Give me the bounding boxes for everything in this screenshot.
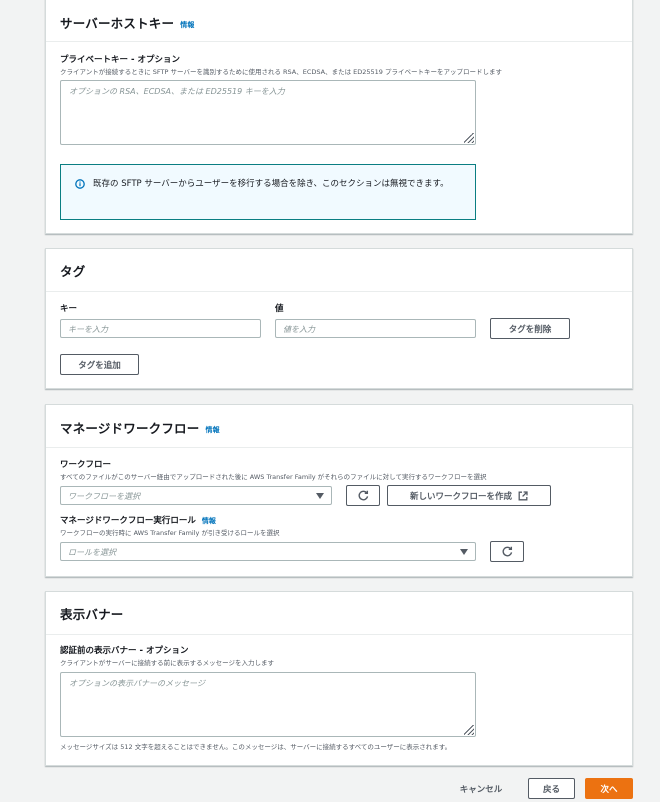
resize-grip-icon[interactable] <box>464 133 474 143</box>
banner-description: クライアントがサーバーに接続する前に表示するメッセージを入力します <box>60 659 275 667</box>
info-link[interactable]: 情報 <box>205 426 219 434</box>
panel-header: マネージドワークフロー 情報 <box>46 405 632 448</box>
role-select[interactable]: ロールを選択 <box>60 542 476 561</box>
info-link[interactable]: 情報 <box>202 517 216 525</box>
tag-value-placeholder: 値を入力 <box>283 325 315 334</box>
server-host-key-panel: サーバーホストキー 情報 プライベートキー - オプション クライアントが接続する… <box>45 0 633 234</box>
private-key-description: クライアントが接続するときに SFTP サーバーを識別するために使用される RS… <box>60 68 502 76</box>
info-alert: 既存の SFTP サーバーからユーザーを移行する場合を除き、このセクションは無視… <box>60 164 476 220</box>
tag-key-label: キー <box>60 304 78 314</box>
workflow-description: すべてのファイルがこのサーバー経由でアップロードされた後に AWS Transf… <box>60 473 487 481</box>
info-link[interactable]: 情報 <box>180 21 194 29</box>
caret-down-icon <box>316 493 324 499</box>
refresh-icon <box>502 546 512 557</box>
host-key-title: サーバーホストキー <box>60 16 175 31</box>
back-button[interactable]: 戻る <box>528 778 575 799</box>
refresh-roles-button[interactable] <box>490 541 524 562</box>
create-workflow-button[interactable]: 新しいワークフローを作成 <box>387 485 551 506</box>
private-key-textarea[interactable]: オプションの RSA、ECDSA、または ED25519 キーを入力 <box>60 80 476 145</box>
workflow-placeholder: ワークフローを選択 <box>68 492 140 501</box>
private-key-placeholder: オプションの RSA、ECDSA、または ED25519 キーを入力 <box>69 87 285 96</box>
info-circle-icon <box>75 179 85 189</box>
workflow-label: ワークフロー <box>60 460 112 470</box>
panel-header: サーバーホストキー 情報 <box>46 0 632 42</box>
next-button[interactable]: 次へ <box>585 778 633 799</box>
refresh-workflows-button[interactable] <box>346 485 380 506</box>
create-workflow-label: 新しいワークフローを作成 <box>409 491 512 502</box>
add-tag-button[interactable]: タグを追加 <box>60 354 139 375</box>
tag-key-placeholder: キーを入力 <box>68 325 108 334</box>
external-link-icon <box>518 490 528 500</box>
managed-workflows-panel: マネージドワークフロー 情報 ワークフロー すべてのファイルがこのサーバー経由でア… <box>45 404 633 577</box>
role-label-row: マネージドワークフロー実行ロール 情報 <box>60 514 216 526</box>
alert-text: 既存の SFTP サーバーからユーザーを移行する場合を除き、このセクションは無視… <box>93 179 449 189</box>
workflow-select[interactable]: ワークフローを選択 <box>60 486 332 505</box>
tags-panel: タグ キー 値 キーを入力 値を入力 タグを削除 タグを追加 <box>45 248 633 389</box>
banner-label: 認証前の表示バナー - オプション <box>60 646 189 656</box>
resize-grip-icon[interactable] <box>464 725 474 735</box>
display-banner-panel: 表示バナー 認証前の表示バナー - オプション クライアントがサーバーに接続する… <box>45 591 633 766</box>
banner-constraint-text: メッセージサイズは 512 文字を超えることはできません。このメッセージは、サー… <box>60 743 452 751</box>
cancel-button[interactable]: キャンセル <box>449 778 513 799</box>
role-placeholder: ロールを選択 <box>68 548 116 557</box>
tags-title: タグ <box>60 264 86 279</box>
remove-tag-button[interactable]: タグを削除 <box>490 318 570 339</box>
banner-placeholder: オプションの表示バナーのメッセージ <box>69 679 205 688</box>
role-label: マネージドワークフロー実行ロール <box>60 516 196 526</box>
panel-title: サーバーホストキー 情報 <box>60 13 195 32</box>
banner-title: 表示バナー <box>60 607 124 622</box>
tag-value-label: 値 <box>275 304 284 314</box>
workflows-title: マネージドワークフロー <box>60 421 200 436</box>
panel-header: 表示バナー <box>46 592 632 635</box>
panel-header: タグ <box>46 249 632 292</box>
refresh-icon <box>358 490 368 501</box>
tag-key-input[interactable]: キーを入力 <box>60 319 261 338</box>
tag-value-input[interactable]: 値を入力 <box>275 319 476 338</box>
caret-down-icon <box>460 549 468 555</box>
private-key-label: プライベートキー - オプション <box>60 55 180 65</box>
role-description: ワークフローの実行時に AWS Transfer Family が引き受けるロー… <box>60 529 280 537</box>
panel-title: マネージドワークフロー 情報 <box>60 418 220 437</box>
banner-textarea[interactable]: オプションの表示バナーのメッセージ <box>60 672 476 737</box>
